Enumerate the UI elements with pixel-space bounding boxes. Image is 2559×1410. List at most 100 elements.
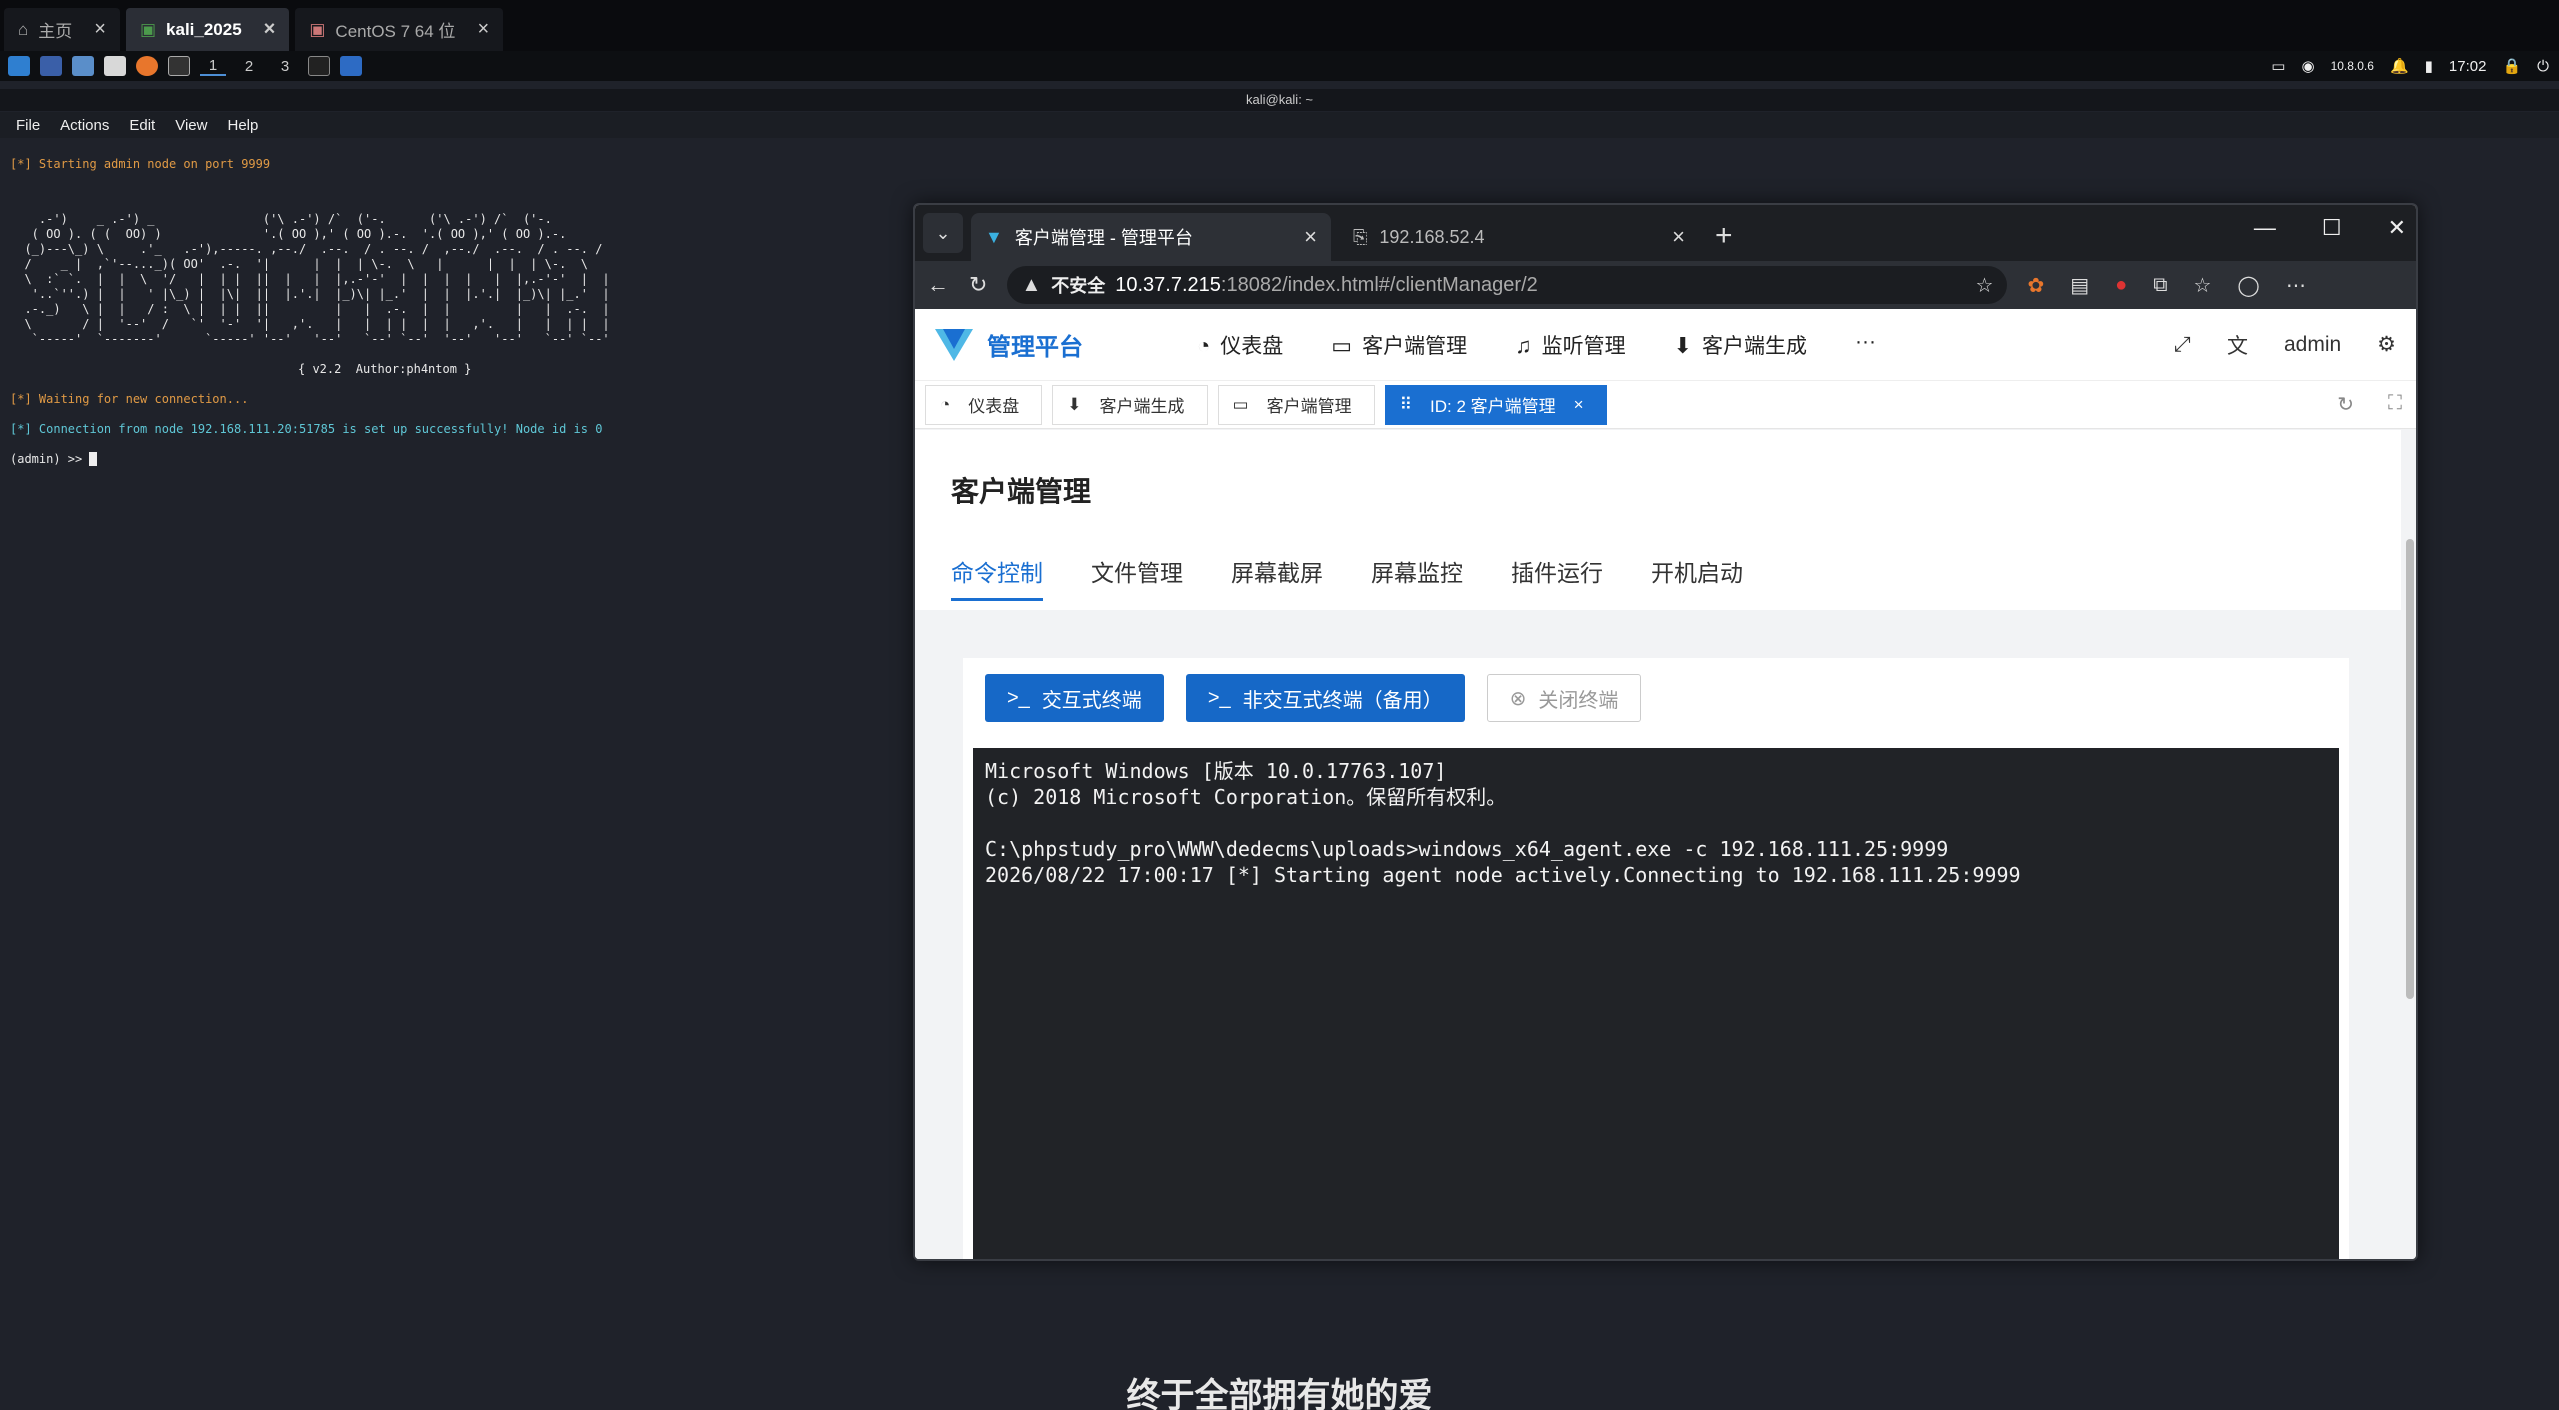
non-interactive-terminal-button[interactable]: >_ 非交互式终端（备用） xyxy=(1185,674,1465,722)
close-icon[interactable]: × xyxy=(477,18,489,41)
network-address: 10.8.0.6 xyxy=(2330,59,2374,73)
address-bar-row: ← ↻ ▲ 不安全 10.37.7.215:18082/index.html#/… xyxy=(915,261,2416,309)
maximize-content-icon[interactable]: ⛶ xyxy=(2388,392,2402,417)
firefox-icon[interactable] xyxy=(136,56,158,76)
view-tab-label: ID: 2 客户端管理 xyxy=(1430,397,1556,416)
close-window-icon[interactable]: ✕ xyxy=(2388,215,2406,241)
favorites-icon[interactable]: ☆ xyxy=(2193,273,2211,298)
terminal-prompt-line: (admin) >> xyxy=(10,452,910,467)
user-name[interactable]: admin xyxy=(2284,333,2341,357)
url-field[interactable]: ▲ 不安全 10.37.7.215:18082/index.html#/clie… xyxy=(1007,266,2008,304)
puzzle-icon[interactable]: ⧉ xyxy=(2153,274,2167,297)
browser-tab[interactable]: ⎘ 192.168.52.4 × xyxy=(1339,213,1699,261)
menu-edit[interactable]: Edit xyxy=(129,117,155,134)
nav-more[interactable]: ··· xyxy=(1855,330,1876,360)
extension-icon[interactable]: ✿ xyxy=(2027,273,2044,298)
nav-client-generate[interactable]: ⬇ 客户端生成 xyxy=(1674,330,1807,360)
settings-icon[interactable]: ⚙ xyxy=(2377,332,2396,357)
drag-handle-icon[interactable]: ⠿ xyxy=(1400,395,1412,415)
nav-listener[interactable]: ♫ 监听管理 xyxy=(1515,330,1626,360)
subtab-files[interactable]: 文件管理 xyxy=(1091,554,1183,601)
close-icon[interactable]: × xyxy=(94,18,106,41)
menu-help[interactable]: Help xyxy=(227,117,258,134)
back-icon[interactable]: ← xyxy=(927,272,949,298)
profile-icon[interactable]: ◯ xyxy=(2237,273,2259,298)
button-label: 关闭终端 xyxy=(1538,689,1619,712)
fullscreen-icon[interactable]: ⤢ xyxy=(2174,333,2191,357)
content-area: >_ 交互式终端 >_ 非交互式终端（备用） ⊗ 关闭终端 Microsoft Win… xyxy=(915,610,2401,1259)
subtab-screenshot[interactable]: 屏幕截屏 xyxy=(1231,554,1323,601)
close-icon[interactable]: × xyxy=(264,18,276,41)
menu-view[interactable]: View xyxy=(175,117,207,134)
nav-label: 客户端生成 xyxy=(1702,334,1808,358)
warning-icon: ▲ xyxy=(1021,273,1042,296)
vm-tab-strip: ⌂ 主页 × ▣ kali_2025 × ▣ CentOS 7 64 位 × xyxy=(0,0,2559,51)
maximize-icon[interactable]: ☐ xyxy=(2322,215,2342,241)
brand-title[interactable]: 管理平台 xyxy=(987,327,1187,362)
vpn-icon[interactable]: ◉ xyxy=(2301,57,2314,75)
download-icon: ⬇ xyxy=(1067,394,1082,414)
menu-file[interactable]: File xyxy=(16,117,40,134)
close-icon[interactable]: × xyxy=(1574,395,1584,415)
minimize-icon[interactable]: — xyxy=(2254,215,2276,241)
reload-icon[interactable]: ↻ xyxy=(969,272,987,298)
subtab-plugins[interactable]: 插件运行 xyxy=(1511,554,1603,601)
taskbar-browser-icon[interactable] xyxy=(340,56,362,76)
url-text: 10.37.7.215:18082/index.html#/clientMana… xyxy=(1115,274,1538,297)
window-icon[interactable]: ▭ xyxy=(2271,57,2285,75)
interactive-terminal-button[interactable]: >_ 交互式终端 xyxy=(985,674,1164,722)
folder-icon[interactable] xyxy=(72,56,94,76)
page-content: 客户端管理 命令控制 文件管理 屏幕截屏 屏幕监控 插件运行 开机启动 >_ 交互… xyxy=(915,430,2401,1259)
terminal-output[interactable]: [*] Starting admin node on port 9999 .-'… xyxy=(10,142,910,482)
nav-client-manager[interactable]: ▭ 客户端管理 xyxy=(1331,330,1467,360)
document-icon[interactable] xyxy=(104,56,126,76)
subtab-command[interactable]: 命令控制 xyxy=(951,554,1043,601)
ascii-banner: .-') _ .-') _ ('\ .-') /` ('-. ('\ .-') … xyxy=(24,212,610,346)
workspace-1[interactable]: 1 xyxy=(200,57,226,76)
view-tab-dashboard[interactable]: ◔ 仪表盘 xyxy=(925,384,1043,425)
close-icon[interactable]: × xyxy=(1672,224,1685,250)
vm-tab-centos[interactable]: ▣ CentOS 7 64 位 × xyxy=(295,8,504,51)
battery-icon[interactable]: ▮ xyxy=(2425,57,2433,75)
vm-tab-label: CentOS 7 64 位 xyxy=(335,22,456,41)
remote-console[interactable]: Microsoft Windows [版本 10.0.17763.107] (c… xyxy=(973,748,2339,1259)
subtab-screen-monitor[interactable]: 屏幕监控 xyxy=(1371,554,1463,601)
vm-tab-home[interactable]: ⌂ 主页 × xyxy=(4,8,120,51)
translate-icon[interactable]: 文 xyxy=(2227,330,2248,360)
terminal-card: >_ 交互式终端 >_ 非交互式终端（备用） ⊗ 关闭终端 Microsoft Win… xyxy=(963,658,2349,1259)
close-terminal-button[interactable]: ⊗ 关闭终端 xyxy=(1486,674,1642,722)
browser-tab-active[interactable]: ▼ 客户端管理 - 管理平台 × xyxy=(971,213,1331,261)
view-tab-label: 客户端生成 xyxy=(1099,397,1185,416)
lock-icon[interactable]: 🔒 xyxy=(2502,57,2521,75)
subtab-startup[interactable]: 开机启动 xyxy=(1651,554,1743,601)
view-tab-client-manager[interactable]: ▭ 客户端管理 xyxy=(1217,384,1375,425)
desktop-icon[interactable] xyxy=(40,56,62,76)
workspace-3[interactable]: 3 xyxy=(272,58,298,75)
taskbar-terminal-icon[interactable] xyxy=(308,56,330,76)
more-icon[interactable]: ⋯ xyxy=(2286,273,2306,298)
new-tab-button[interactable]: + xyxy=(1715,219,1733,253)
browser-window: ⌄ ▼ 客户端管理 - 管理平台 × ⎘ 192.168.52.4 × + — … xyxy=(913,203,2418,1261)
tab-list-button[interactable]: ⌄ xyxy=(923,213,963,253)
close-circle-icon: ⊗ xyxy=(1509,687,1527,710)
extension-icon[interactable]: ● xyxy=(2115,274,2127,297)
scrollbar[interactable] xyxy=(2406,539,2414,999)
menu-actions[interactable]: Actions xyxy=(60,117,109,134)
refresh-icon[interactable]: ↻ xyxy=(2337,392,2354,417)
extension-icon[interactable]: ▤ xyxy=(2070,273,2089,298)
bell-icon[interactable]: 🔔 xyxy=(2390,57,2409,75)
star-icon[interactable]: ☆ xyxy=(1976,273,1994,298)
workspace-2[interactable]: 2 xyxy=(236,58,262,75)
terminal-menu: File Actions Edit View Help xyxy=(0,112,2559,138)
header-right: ⤢ 文 admin ⚙ xyxy=(2174,330,2396,360)
terminal-icon[interactable] xyxy=(168,56,190,76)
insecure-label[interactable]: 不安全 xyxy=(1051,272,1105,298)
close-icon[interactable]: × xyxy=(1304,224,1317,250)
nav-dashboard[interactable]: ◔ 仪表盘 xyxy=(1197,330,1283,360)
view-tab-client-2[interactable]: ⠿ ID: 2 客户端管理 × xyxy=(1384,384,1607,425)
browser-tab-label: 客户端管理 - 管理平台 xyxy=(1014,228,1193,248)
power-icon[interactable]: ⏻ xyxy=(2537,58,2549,75)
view-tab-client-generate[interactable]: ⬇ 客户端生成 xyxy=(1052,384,1208,425)
kali-menu-icon[interactable] xyxy=(8,56,30,76)
vm-tab-kali[interactable]: ▣ kali_2025 × xyxy=(125,8,290,51)
